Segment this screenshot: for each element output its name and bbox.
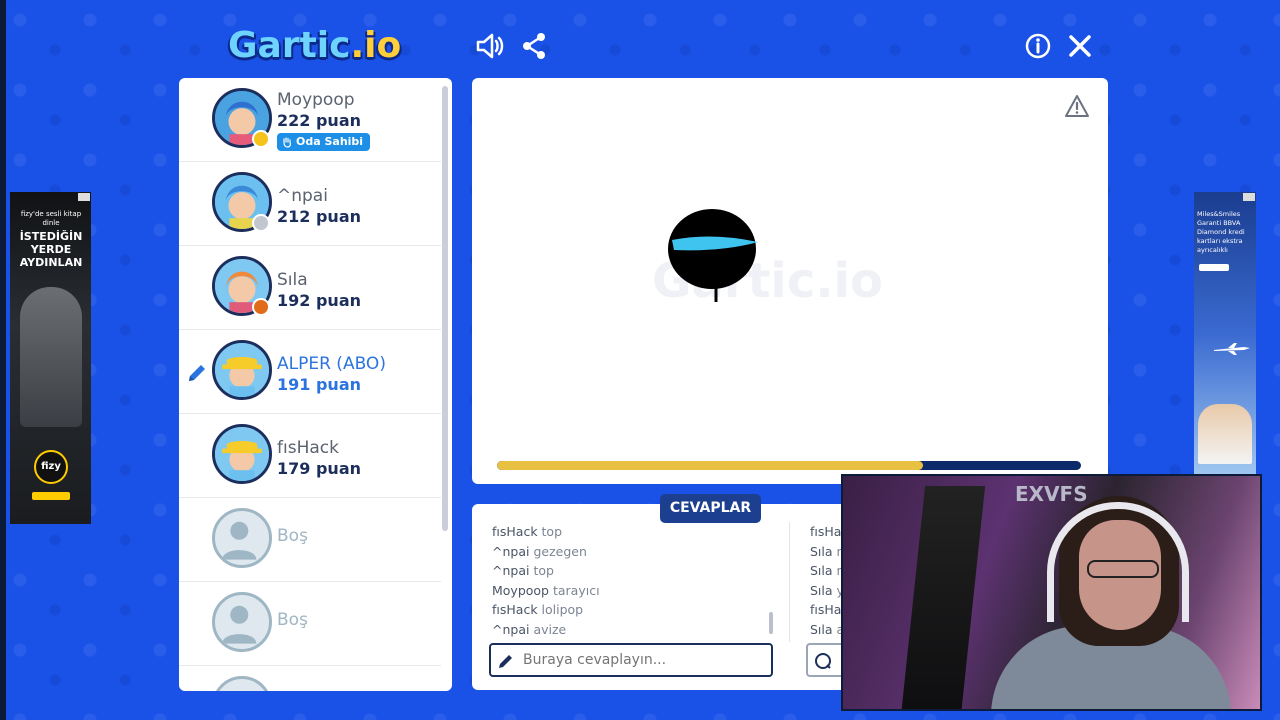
avatar — [212, 424, 272, 484]
status-dot — [252, 130, 270, 148]
ad-headline: İSTEDİĞİN YERDE AYDINLAN — [19, 230, 83, 269]
drawing-canvas[interactable]: Gartic.io — [472, 78, 1108, 484]
answer-user: Sıla — [810, 621, 833, 637]
player-row-drawing[interactable]: ALPER (ABO) 191 puan — [179, 330, 441, 414]
player-points: 192 puan — [277, 291, 361, 310]
empty-avatar — [212, 592, 272, 652]
gartic-logo: Gartic.io — [228, 25, 402, 66]
player-points: 179 puan — [277, 459, 361, 478]
answers-title: CEVAPLAR — [660, 494, 761, 523]
answer-user: fısHack — [492, 524, 538, 539]
info-button[interactable] — [1022, 30, 1054, 62]
answer-line: fısHack top — [492, 524, 563, 539]
answer-line: fısHack lolipop — [492, 602, 584, 617]
answer-line: Moypoop tarayıcı — [492, 582, 600, 598]
answer-line: ^npai top — [492, 563, 554, 578]
player-name: fısHack — [277, 438, 339, 458]
ad-cta-button[interactable] — [32, 492, 70, 500]
answer-user: fısHack — [492, 602, 538, 617]
player-points: 222 puan — [277, 111, 361, 130]
empty-slot[interactable] — [179, 666, 441, 691]
player-row[interactable]: ^npai 212 puan — [179, 162, 441, 246]
answer-user: ^npai — [492, 563, 530, 578]
window-edge — [0, 0, 6, 720]
answer-line: fısHa — [810, 522, 844, 542]
answer-input[interactable] — [489, 643, 773, 677]
ad-text: Miles&Smiles Garanti BBVA Diamond kredi … — [1197, 210, 1245, 254]
answer-line: Sıla a — [810, 621, 845, 637]
airplane-icon — [1214, 343, 1250, 355]
round-timer-fill — [497, 461, 924, 470]
divider — [789, 522, 790, 642]
ad-cta-button[interactable] — [1199, 264, 1229, 271]
chat-list: fısHa Sıla n Sıla n Sıla y fısHa Sıla a — [810, 522, 844, 639]
answer-user: Sıla — [810, 563, 833, 578]
sound-button[interactable] — [474, 30, 506, 62]
player-list-scrollbar[interactable] — [442, 86, 448, 531]
answer-line: ^npai gezegen — [492, 543, 587, 559]
player-points: 191 puan — [277, 375, 361, 394]
player-name: Sıla — [277, 270, 308, 290]
empty-avatar — [212, 676, 272, 691]
player-list[interactable]: Moypoop 222 puan Oda Sahibi ^npai 212 pu… — [179, 78, 452, 691]
ad-choices-icon[interactable] — [1243, 193, 1255, 201]
empty-slot-label: Boş — [277, 526, 308, 546]
empty-avatar — [212, 508, 272, 568]
round-timer-bar — [497, 461, 1081, 470]
pencil-icon — [189, 365, 205, 381]
webcam-overlay: EXVFS — [841, 474, 1262, 711]
ad-brand-line: fizy'de sesli kitap dinle — [20, 210, 82, 227]
pencil-icon — [499, 655, 512, 668]
answers-scrollbar[interactable] — [769, 612, 773, 634]
empty-slot[interactable]: Boş — [179, 582, 441, 666]
empty-slot[interactable]: Boş — [179, 498, 441, 582]
drawing-strokes — [668, 209, 758, 302]
fizy-logo: fizy — [34, 450, 68, 484]
player-row[interactable]: fısHack 179 puan — [179, 414, 441, 498]
status-dot — [252, 298, 270, 316]
ad-choices-icon[interactable] — [78, 193, 90, 201]
share-button[interactable] — [518, 30, 550, 62]
room-owner-badge: Oda Sahibi — [277, 133, 371, 151]
answer-user: ^npai — [492, 543, 530, 559]
answers-list: fısHack top ^npai gezegen ^npai top Moypoop… — [492, 522, 600, 639]
hand-icon — [283, 137, 291, 148]
webcam-wall-text: EXVFS — [1015, 482, 1088, 506]
report-warning-icon[interactable] — [1064, 94, 1090, 118]
ad-athlete-image — [20, 287, 82, 427]
player-points: 212 puan — [277, 207, 361, 226]
info-icon — [1025, 33, 1051, 59]
right-advertisement[interactable]: Miles&Smiles Garanti BBVA Diamond kredi … — [1194, 192, 1256, 474]
speaker-icon — [476, 33, 504, 59]
answer-user: ^npai — [492, 621, 530, 637]
answer-user: fısHa — [810, 602, 842, 617]
player-name: ^npai — [277, 186, 328, 206]
ad-people-image — [1198, 404, 1252, 464]
left-advertisement[interactable]: fizy'de sesli kitap dinle İSTEDİĞİN YERD… — [10, 192, 91, 524]
close-button[interactable] — [1064, 30, 1096, 62]
player-name: Moypoop — [277, 90, 355, 110]
answer-user: fısHa — [810, 524, 842, 539]
answer-line: Sıla n — [810, 543, 845, 559]
chat-bubble-icon — [815, 653, 831, 669]
answer-line: Sıla n — [810, 563, 845, 578]
player-name: ALPER (ABO) — [277, 354, 386, 374]
avatar — [212, 340, 272, 400]
answer-line: Sıla y — [810, 582, 844, 598]
status-dot — [252, 214, 270, 232]
close-icon — [1069, 35, 1091, 57]
answer-user: Sıla — [810, 543, 833, 559]
gaming-chair — [900, 486, 986, 709]
answer-line: ^npai avize — [492, 621, 567, 637]
answer-user: Moypoop — [492, 582, 549, 598]
player-row[interactable]: Sıla 192 puan — [179, 246, 441, 330]
player-row[interactable]: Moypoop 222 puan Oda Sahibi — [179, 78, 441, 162]
answer-user: Sıla — [810, 582, 833, 598]
empty-slot-label: Boş — [277, 610, 308, 630]
answer-line: fısHa — [810, 600, 844, 620]
share-icon — [523, 33, 545, 59]
